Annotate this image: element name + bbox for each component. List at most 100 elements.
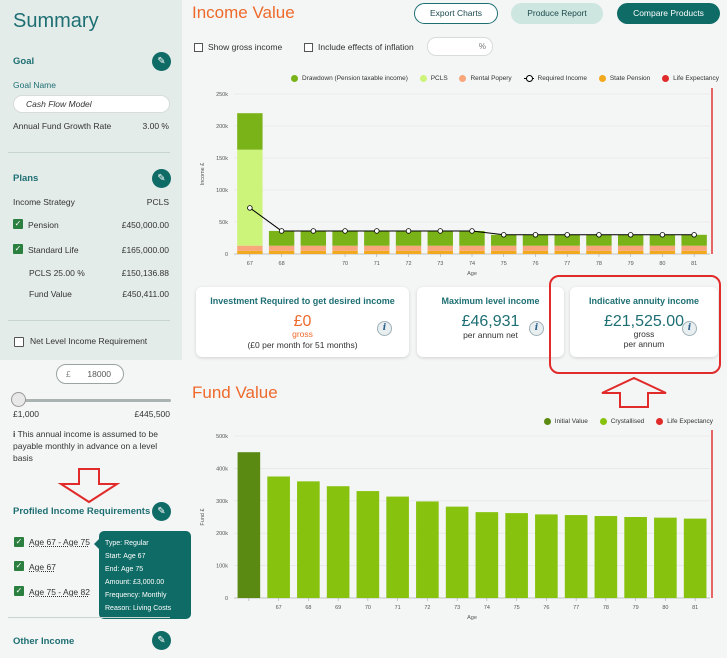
y-tick-label: 0 xyxy=(225,252,228,258)
y-tick-label: 200k xyxy=(216,531,228,537)
x-tick-label: 68 xyxy=(279,261,285,267)
edit-plans-button[interactable]: ✎ xyxy=(152,169,171,188)
bar-segment xyxy=(427,245,453,251)
profile-item-2[interactable]: Age 67 xyxy=(29,562,56,572)
tooltip-type: Type: Regular xyxy=(105,540,149,547)
x-tick-label: 81 xyxy=(691,261,697,267)
legend-pcls-label: PCLS xyxy=(430,75,448,82)
y-axis-label: Fund £ xyxy=(200,508,206,525)
standard-life-checkbox[interactable]: ✓ xyxy=(13,244,23,254)
other-income-heading: Other Income xyxy=(13,636,75,647)
legend-dot xyxy=(543,418,551,425)
net-level-checkbox[interactable] xyxy=(14,337,24,347)
profile-item-3[interactable]: Age 75 - Age 82 xyxy=(29,587,90,597)
info-icon[interactable]: i xyxy=(529,321,544,336)
legend-pcls[interactable]: PCLS xyxy=(419,75,448,82)
required-income-point xyxy=(659,232,666,238)
pension-value: £450,000.00 xyxy=(121,220,169,230)
income-chart: 0 50k 100k 150k 200k 250k Income £ 67 68 70 71 72 73… xyxy=(200,88,713,277)
y-axis-label: Income £ xyxy=(200,163,206,186)
required-income-point xyxy=(596,232,602,238)
inflation-rate-input[interactable]: % xyxy=(427,37,493,56)
income-strategy-label: Income Strategy xyxy=(13,197,75,207)
income-amount-input[interactable]: £ 18000 xyxy=(56,364,124,384)
goal-name-label: Goal Name xyxy=(13,80,56,90)
goal-name-input[interactable]: Cash Flow Model xyxy=(13,95,170,113)
fund-bar xyxy=(624,517,647,598)
legend-drawdown-label: Drawdown (Pension taxable income) xyxy=(302,75,408,82)
legend-state-label: State Pension xyxy=(609,75,651,82)
income-chart-legend: Drawdown (Pension taxable income) PCLS R… xyxy=(281,75,719,84)
check-icon: ✓ xyxy=(14,219,22,228)
x-axis-label: Age xyxy=(467,271,477,277)
edit-profiled-income-button[interactable]: ✎ xyxy=(152,502,171,521)
standard-life-label: Standard Life xyxy=(28,245,79,255)
x-tick-label: 74 xyxy=(484,605,490,611)
currency-symbol: £ xyxy=(66,369,71,379)
inflation-checkbox[interactable] xyxy=(304,43,313,52)
legend-crystallised-label: Crystallised xyxy=(610,418,645,425)
income-slider-handle[interactable] xyxy=(11,392,26,407)
profile-item-1[interactable]: Age 67 - Age 75 xyxy=(29,537,90,547)
fund-bar xyxy=(297,481,320,598)
y-tick-label: 200k xyxy=(216,124,228,130)
income-slider-track[interactable] xyxy=(13,399,171,402)
fund-bar xyxy=(386,496,409,598)
bar-segment xyxy=(617,250,644,254)
fund-bar xyxy=(654,517,677,598)
edit-goal-button[interactable]: ✎ xyxy=(152,52,171,71)
legend-dot xyxy=(598,75,606,82)
x-tick-label: 69 xyxy=(335,605,341,611)
fund-bar xyxy=(445,506,469,598)
x-tick-label: 81 xyxy=(692,605,698,611)
bar-segment xyxy=(268,250,295,254)
legend-rental[interactable]: Rental Popery xyxy=(459,75,512,82)
fund-bar xyxy=(683,518,707,598)
legend-dot xyxy=(662,75,670,82)
pcls-label: PCLS 25.00 % xyxy=(29,268,85,278)
fund-bar xyxy=(267,476,290,598)
produce-report-button[interactable]: Produce Report xyxy=(511,3,603,24)
export-charts-button[interactable]: Export Charts xyxy=(414,3,498,24)
profile-checkbox-1[interactable]: ✓ xyxy=(14,537,24,547)
info-icon[interactable]: i xyxy=(377,321,392,336)
y-tick-label: 300k xyxy=(216,499,228,505)
bar-segment xyxy=(681,245,707,251)
legend-life[interactable]: Life Expectancy xyxy=(662,75,719,82)
investment-required-card: Investment Required to get desired incom… xyxy=(196,287,409,357)
x-tick-label: 67 xyxy=(276,605,282,611)
legend-drawdown[interactable]: Drawdown (Pension taxable income) xyxy=(291,75,408,82)
tooltip-start: Start: Age 67 xyxy=(105,553,146,560)
pension-checkbox[interactable]: ✓ xyxy=(13,219,23,229)
fund-value-label: Fund Value xyxy=(29,289,72,299)
y-tick-label: 0 xyxy=(225,596,228,602)
divider xyxy=(8,320,170,321)
show-gross-checkbox[interactable] xyxy=(194,43,203,52)
bar-segment xyxy=(459,250,485,254)
x-tick-label: 78 xyxy=(596,261,602,267)
legend-required[interactable]: Required Income xyxy=(523,75,587,82)
bar-segment xyxy=(237,245,263,251)
profile-checkbox-3[interactable]: ✓ xyxy=(14,586,24,596)
required-income-point xyxy=(627,232,634,238)
legend-initial-value[interactable]: Initial Value xyxy=(543,418,588,425)
bar-segment xyxy=(459,245,485,251)
bar-segment xyxy=(237,113,263,150)
income-note-text: This annual income is assumed to be paya… xyxy=(13,429,158,463)
x-tick-label: 76 xyxy=(532,261,538,267)
y-tick-label: 100k xyxy=(216,188,228,194)
x-tick-label: 67 xyxy=(247,261,253,267)
compare-products-button[interactable]: Compare Products xyxy=(617,3,720,24)
legend-line-marker xyxy=(523,75,534,82)
legend-dot xyxy=(291,75,299,82)
fund-bar xyxy=(475,512,499,598)
legend-life-expectancy[interactable]: Life Expectancy xyxy=(656,418,713,425)
legend-crystallised[interactable]: Crystallised xyxy=(599,418,645,425)
legend-state[interactable]: State Pension xyxy=(598,75,651,82)
bar-segment xyxy=(364,250,390,254)
standard-life-value: £165,000.00 xyxy=(121,245,169,255)
profile-checkbox-2[interactable]: ✓ xyxy=(14,561,24,571)
edit-other-income-button[interactable]: ✎ xyxy=(152,631,171,650)
x-tick-label: 73 xyxy=(437,261,443,267)
pencil-icon: ✎ xyxy=(157,635,166,646)
